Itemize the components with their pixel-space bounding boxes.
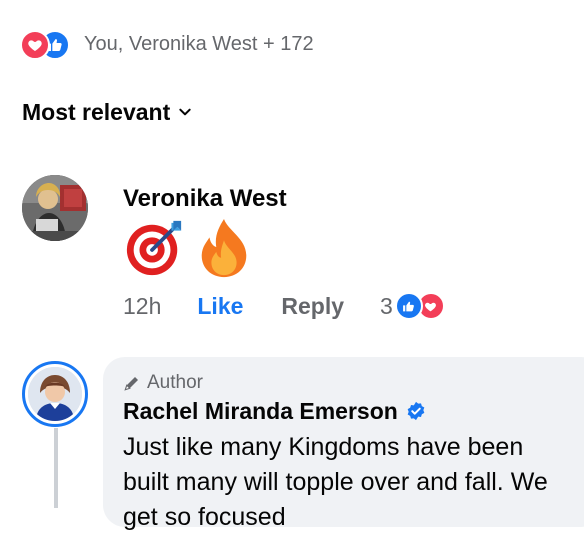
reaction-count: 3: [380, 292, 393, 319]
reaction-icons[interactable]: [20, 30, 78, 60]
avatar[interactable]: [22, 175, 88, 241]
chevron-down-icon: [179, 108, 191, 116]
reaction-summary[interactable]: You, Veronika West + 172: [84, 31, 314, 57]
comment-timestamp[interactable]: 12h: [123, 293, 161, 320]
avatar[interactable]: [22, 361, 88, 427]
comment-actions: 12h Like Reply 3: [123, 289, 445, 323]
comment-emojis: [123, 217, 253, 281]
comment-author[interactable]: Rachel Miranda Emerson: [123, 396, 398, 426]
verified-badge-icon: [407, 401, 425, 421]
like-icon: [394, 292, 423, 320]
comment-reactions[interactable]: 3: [380, 292, 445, 320]
author-badge-label: Author: [147, 372, 203, 393]
sort-label: Most relevant: [22, 99, 171, 125]
comment-text: Just like many Kingdoms have been built …: [123, 433, 548, 531]
reply-author-row: Rachel Miranda Emerson: [123, 396, 426, 426]
like-button[interactable]: Like: [197, 293, 243, 320]
pencil-icon: [124, 377, 138, 391]
sort-dropdown[interactable]: Most relevant: [22, 97, 192, 127]
fire-emoji: [201, 218, 247, 278]
avatar-image: [28, 367, 82, 421]
love-icon: [20, 30, 50, 60]
author-badge: Author: [123, 371, 203, 395]
direct-hit-emoji: [126, 220, 182, 276]
comment-author[interactable]: Veronika West: [123, 183, 287, 215]
thread-line: [54, 428, 58, 508]
reply-button[interactable]: Reply: [281, 293, 344, 320]
